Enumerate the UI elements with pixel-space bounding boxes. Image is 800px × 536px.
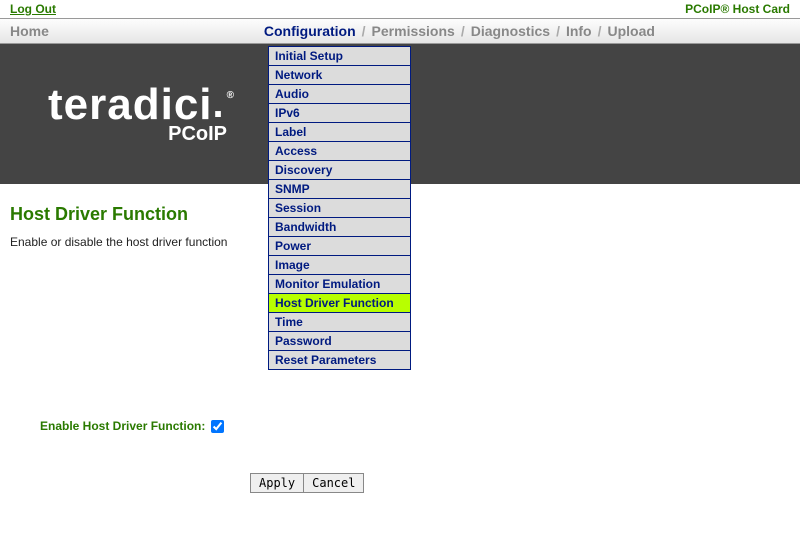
dropdown-item-image[interactable]: Image <box>268 255 411 275</box>
menu-sep: / <box>362 23 366 39</box>
menu-upload[interactable]: Upload <box>608 23 655 39</box>
enable-checkbox[interactable] <box>211 420 224 433</box>
dropdown-item-snmp[interactable]: SNMP <box>268 179 411 199</box>
dropdown-item-power[interactable]: Power <box>268 236 411 256</box>
dropdown-item-host-driver-function[interactable]: Host Driver Function <box>268 293 411 313</box>
dropdown-item-bandwidth[interactable]: Bandwidth <box>268 217 411 237</box>
dropdown-item-reset-parameters[interactable]: Reset Parameters <box>268 350 411 370</box>
dropdown-item-initial-setup[interactable]: Initial Setup <box>268 46 411 66</box>
apply-button[interactable]: Apply <box>250 473 304 493</box>
dropdown-item-session[interactable]: Session <box>268 198 411 218</box>
menubar: Home Configuration / Permissions / Diagnosti… <box>0 18 800 44</box>
logo-tm: ® <box>227 90 235 101</box>
dropdown-item-ipv6[interactable]: IPv6 <box>268 103 411 123</box>
configuration-dropdown: Initial SetupNetworkAudioIPv6LabelAccess… <box>268 47 411 370</box>
menu-home[interactable]: Home <box>10 23 260 39</box>
button-row: ApplyCancel <box>250 473 790 493</box>
menu-configuration[interactable]: Configuration <box>264 23 356 39</box>
logo: teradici.® PCoIP <box>48 83 233 146</box>
dropdown-item-monitor-emulation[interactable]: Monitor Emulation <box>268 274 411 294</box>
menu-list: Configuration / Permissions / Diagnostics / In… <box>264 23 655 39</box>
logo-wordmark: teradici <box>48 80 213 129</box>
dropdown-item-access[interactable]: Access <box>268 141 411 161</box>
logo-dot: . <box>213 82 225 126</box>
dropdown-item-discovery[interactable]: Discovery <box>268 160 411 180</box>
brand-label: PCoIP® Host Card <box>685 2 790 16</box>
dropdown-item-password[interactable]: Password <box>268 331 411 351</box>
enable-label: Enable Host Driver Function: <box>40 419 205 433</box>
menu-permissions[interactable]: Permissions <box>372 23 455 39</box>
menu-sep: / <box>461 23 465 39</box>
form-row-enable: Enable Host Driver Function: <box>40 419 790 433</box>
menu-sep: / <box>598 23 602 39</box>
menu-diagnostics[interactable]: Diagnostics <box>471 23 550 39</box>
dropdown-item-network[interactable]: Network <box>268 65 411 85</box>
topbar: Log Out PCoIP® Host Card <box>0 0 800 18</box>
menu-sep: / <box>556 23 560 39</box>
logout-link[interactable]: Log Out <box>10 2 56 16</box>
dropdown-item-time[interactable]: Time <box>268 312 411 332</box>
dropdown-item-audio[interactable]: Audio <box>268 84 411 104</box>
menu-info[interactable]: Info <box>566 23 592 39</box>
dropdown-item-label[interactable]: Label <box>268 122 411 142</box>
cancel-button[interactable]: Cancel <box>303 473 364 493</box>
